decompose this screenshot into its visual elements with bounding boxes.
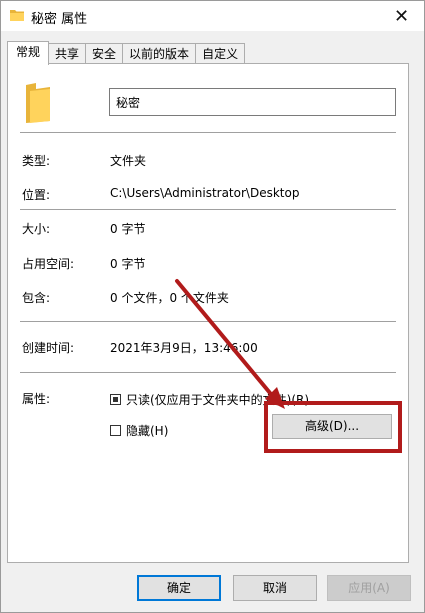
- disk-size-value: 0 字节: [110, 257, 146, 271]
- tab-general[interactable]: 常规: [7, 41, 50, 65]
- location-label: 位置:: [22, 188, 51, 202]
- location-value: C:\Users\Administrator\Desktop: [110, 186, 300, 200]
- close-icon: ✕: [393, 5, 410, 27]
- properties-dialog: 秘密 属性 ✕ 常规 共享 安全 以前的版本 自定义 类型: 文件夹 位置: C…: [0, 0, 425, 613]
- tab-security[interactable]: 安全: [85, 43, 124, 64]
- divider: [20, 132, 396, 133]
- hidden-label[interactable]: 隐藏(H): [126, 422, 168, 439]
- hidden-checkbox[interactable]: [110, 425, 121, 436]
- created-label: 创建时间:: [22, 341, 75, 355]
- tab-previous-versions[interactable]: 以前的版本: [122, 43, 197, 64]
- divider: [20, 372, 396, 373]
- tab-sharing[interactable]: 共享: [48, 43, 87, 64]
- folder-icon: [26, 83, 50, 123]
- contains-value: 0 个文件，0 个文件夹: [110, 291, 229, 305]
- disk-size-label: 占用空间:: [22, 257, 75, 271]
- tab-strip: 常规 共享 安全 以前的版本 自定义: [7, 41, 246, 65]
- divider: [20, 209, 396, 210]
- divider: [20, 321, 396, 322]
- general-panel: 类型: 文件夹 位置: C:\Users\Administrator\Deskt…: [7, 63, 409, 563]
- cancel-button[interactable]: 取消: [233, 575, 317, 601]
- title-bar[interactable]: 秘密 属性 ✕: [1, 1, 424, 31]
- contains-label: 包含:: [22, 291, 51, 305]
- window-title: 秘密 属性: [31, 12, 88, 27]
- attributes-label: 属性:: [22, 392, 51, 406]
- folder-name-input[interactable]: [109, 88, 396, 116]
- close-button[interactable]: ✕: [379, 1, 424, 31]
- size-value: 0 字节: [110, 222, 146, 236]
- folder-icon: [10, 10, 24, 21]
- advanced-button[interactable]: 高级(D)...: [272, 414, 392, 439]
- ok-button[interactable]: 确定: [137, 575, 221, 601]
- readonly-checkbox[interactable]: [110, 394, 121, 405]
- size-label: 大小:: [22, 222, 51, 236]
- created-value: 2021年3月9日，13:46:00: [110, 341, 258, 355]
- apply-button[interactable]: 应用(A): [327, 575, 411, 601]
- type-value: 文件夹: [110, 154, 147, 168]
- readonly-label[interactable]: 只读(仅应用于文件夹中的文件)(R): [126, 391, 309, 408]
- tab-customize[interactable]: 自定义: [195, 43, 246, 64]
- type-label: 类型:: [22, 154, 51, 168]
